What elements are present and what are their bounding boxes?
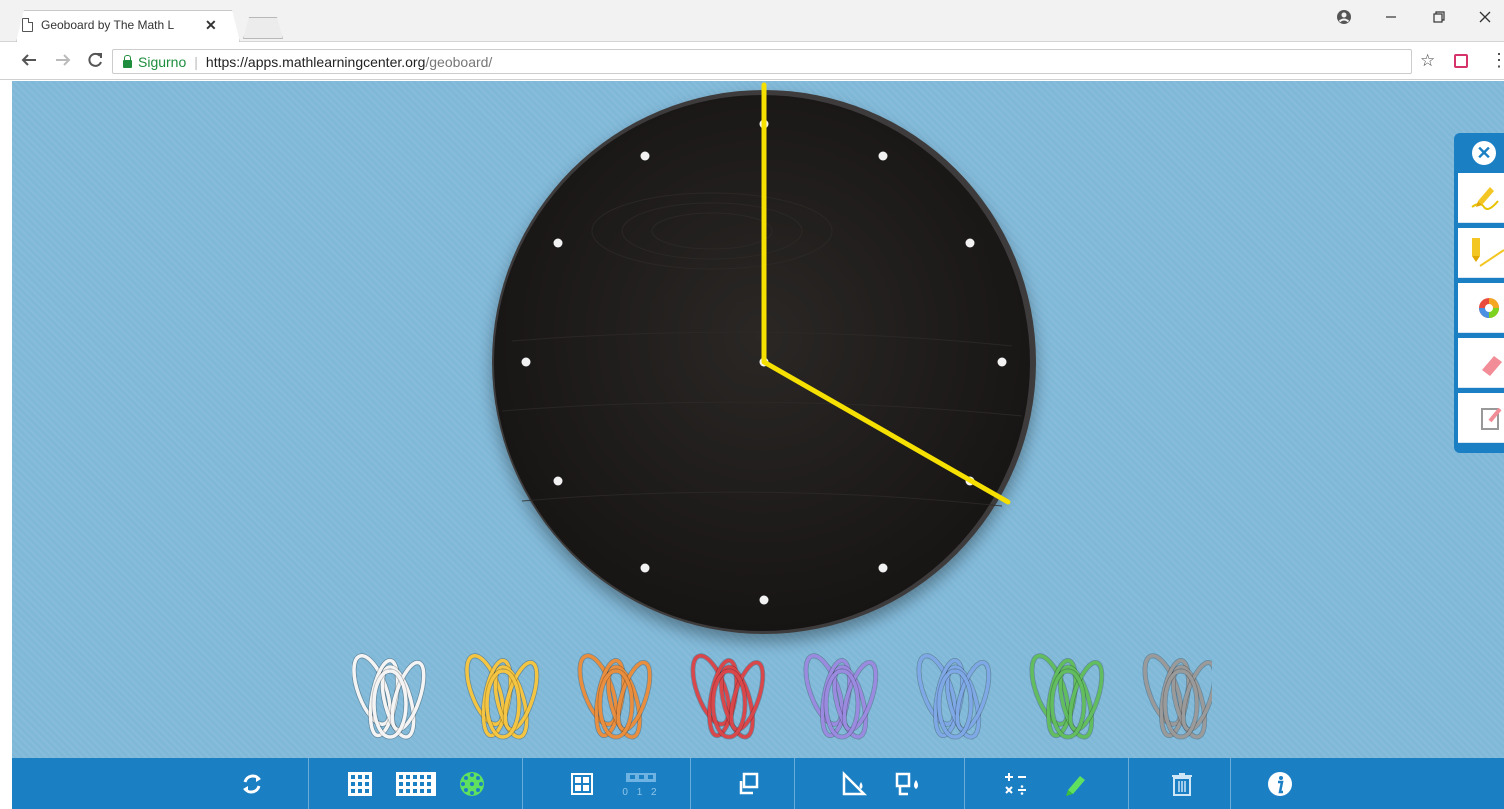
url-separator: | [194,53,198,70]
tab-title: Geoboard by The Math L [41,18,175,32]
blue-rubber-band-bundle[interactable] [912,653,996,740]
fill-shape-icon[interactable] [840,770,868,798]
url-input[interactable]: Sigurno | https://apps.mathlearningcente… [112,49,1412,74]
fill-all-icon[interactable] [894,770,922,798]
info-icon[interactable] [1266,770,1294,798]
peg-9[interactable] [521,357,531,367]
page-icon [22,18,33,32]
toolbar-separator [1128,758,1129,809]
toolbar-separator [794,758,795,809]
large-grid-icon[interactable] [394,770,438,798]
peg-5[interactable] [878,563,888,573]
toolbar-separator [690,758,691,809]
rubber-band-tray [352,653,1212,740]
trash-icon[interactable] [1168,770,1196,798]
peg-3[interactable] [997,357,1007,367]
yellow-rubber-band-bundle[interactable] [460,653,544,740]
close-panel-icon[interactable]: ✕ [1472,141,1496,165]
gray-rubber-band-bundle[interactable] [1138,653,1212,740]
number-labels-icon[interactable]: 0 1 2 [622,770,660,798]
marker-line-icon[interactable] [1458,228,1504,278]
back-icon[interactable] [20,51,38,74]
extension-icon[interactable] [1454,54,1468,68]
browser-tab-bar: Geoboard by The Math L ✕ [0,0,1504,42]
orange-rubber-band-bundle[interactable] [573,653,657,740]
refresh-icon[interactable] [238,770,266,798]
star-icon[interactable]: ☆ [1420,51,1435,71]
number-labels-text: 0 1 2 [622,787,659,798]
small-grid-icon[interactable] [346,770,374,798]
reload-icon[interactable] [86,51,104,74]
duplicate-shape-icon[interactable] [734,770,762,798]
pencil-draw-icon[interactable] [1458,173,1504,223]
drawing-side-panel: ✕ [1454,133,1504,453]
purple-rubber-band-bundle[interactable] [799,653,883,740]
address-bar: Sigurno | https://apps.mathlearningcente… [0,42,1504,80]
highlighter-icon[interactable] [1062,770,1090,798]
menu-icon[interactable]: ⋮ [1490,50,1504,71]
peg-11[interactable] [640,151,650,161]
measure-icon[interactable] [1002,770,1030,798]
restore-icon[interactable] [1432,10,1446,29]
geoboard-app: ✕ 0 1 2 [12,81,1504,809]
peg-8[interactable] [553,476,563,486]
peg-2[interactable] [965,238,975,248]
peg-1[interactable] [878,151,888,161]
secure-label: Sigurno [138,53,187,70]
peg-6[interactable] [759,595,769,605]
forward-icon[interactable] [54,51,72,74]
new-tab-button[interactable] [243,17,283,39]
peg-7[interactable] [640,563,650,573]
toolbar-separator [1230,758,1231,809]
lock-icon [123,54,132,68]
toolbar-separator [308,758,309,809]
bottom-toolbar: 0 1 2 [12,758,1504,809]
text-note-icon[interactable] [1458,393,1504,443]
toolbar-separator [964,758,965,809]
window-close-icon[interactable] [1478,10,1492,29]
peg-10[interactable] [553,238,563,248]
account-icon[interactable] [1336,9,1352,30]
minimize-icon[interactable] [1384,8,1398,29]
toolbar-separator [522,758,523,809]
color-wheel-icon[interactable] [1458,283,1504,333]
eraser-icon[interactable] [1458,338,1504,388]
red-rubber-band-bundle[interactable] [686,653,770,740]
white-rubber-band-bundle[interactable] [352,653,430,740]
browser-tab-content[interactable]: Geoboard by The Math L ✕ [22,10,232,40]
left-gutter [0,81,12,809]
green-rubber-band-bundle[interactable] [1025,653,1109,740]
url-host: https://apps.mathlearningcenter.org [205,53,426,70]
tab-close-icon[interactable]: ✕ [205,17,217,34]
grid-toggle-icon[interactable] [568,770,596,798]
circle-board-icon[interactable] [458,770,486,798]
url-path: /geoboard/ [425,53,493,70]
